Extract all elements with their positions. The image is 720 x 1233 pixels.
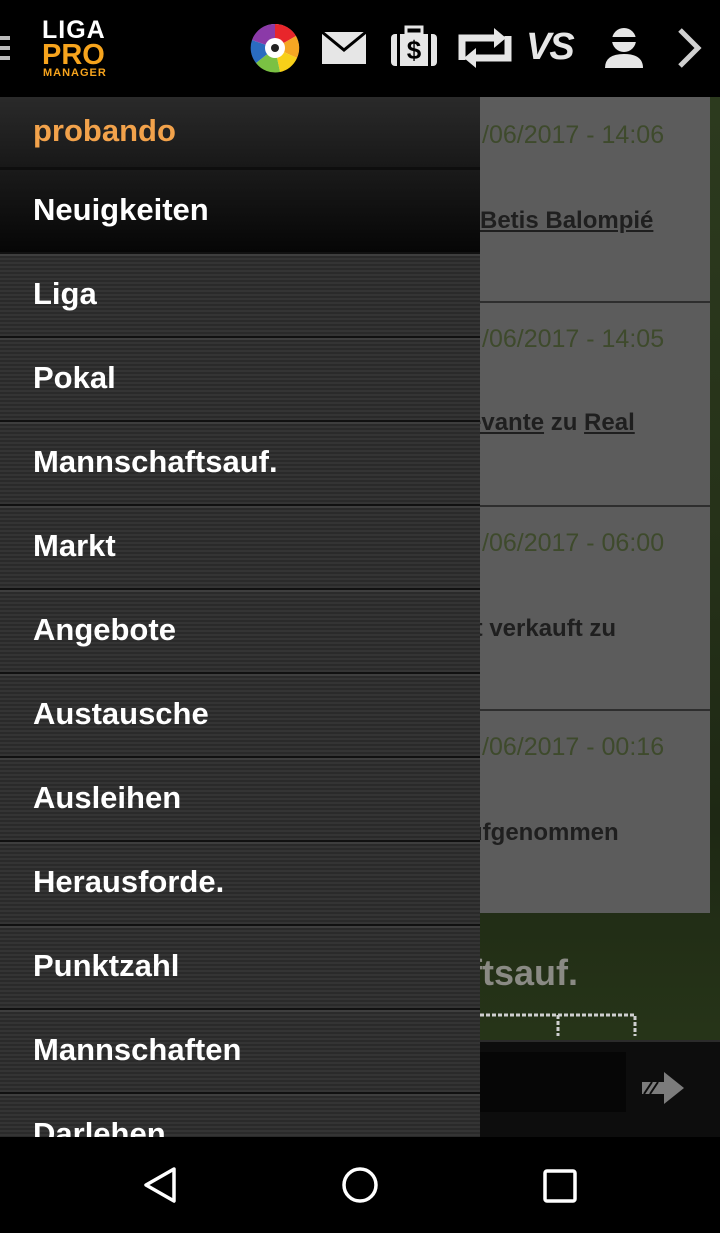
app-toolbar: LIGA PRO MANAGER $ VS (0, 0, 720, 97)
drawer-item-mannschaften[interactable]: Mannschaften (0, 1010, 480, 1094)
svg-text:$: $ (407, 35, 422, 65)
mail-icon[interactable] (320, 22, 368, 74)
news-text-mid: zu (544, 409, 585, 436)
drawer-user-header[interactable]: probando (0, 97, 480, 170)
drawer-item-label: Darlehen (33, 1116, 166, 1137)
news-text: it verkauft zu (468, 615, 617, 642)
laliga-icon[interactable] (248, 22, 302, 74)
drawer-item-liga[interactable]: Liga (0, 254, 480, 338)
drawer-item-label: Ausleihen (33, 780, 182, 815)
logo-line2: PRO (42, 39, 105, 71)
news-date: /06/2017 - 06:00 (482, 529, 665, 557)
drawer-item-label: Mannschaftsauf. (33, 444, 278, 479)
news-link[interactable]: Real (584, 409, 635, 436)
logo-line3: MANAGER (43, 67, 107, 79)
user-icon[interactable] (602, 22, 646, 74)
recents-icon[interactable] (541, 1167, 579, 1205)
vs-icon[interactable]: VS (526, 26, 575, 70)
news-date: /06/2017 - 14:05 (482, 325, 665, 353)
system-nav-bar (0, 1137, 720, 1233)
news-date: /06/2017 - 14:06 (482, 121, 665, 149)
drawer-item-darlehen[interactable]: Darlehen (0, 1094, 480, 1137)
pitch-lines (480, 1013, 637, 1036)
liga-pro-manager-logo: LIGA PRO MANAGER (40, 18, 140, 80)
go-arrow-icon[interactable] (638, 1068, 686, 1108)
news-date: /06/2017 - 00:16 (482, 733, 665, 761)
drawer-item-ausleihen[interactable]: Ausleihen (0, 758, 480, 842)
drawer-item-herausforde[interactable]: Herausforde. (0, 842, 480, 926)
news-text: ufgenommen (468, 819, 619, 846)
drawer-item-label: Liga (33, 276, 97, 311)
news-text: evante zu Real (468, 409, 635, 437)
drawer-item-label: Austausche (33, 696, 209, 731)
drawer-item-punktzahl[interactable]: Punktzahl (0, 926, 480, 1010)
drawer-item-label: Angebote (33, 612, 176, 647)
drawer-item-label: Markt (33, 528, 116, 563)
chevron-right-icon[interactable] (674, 22, 704, 74)
back-icon[interactable] (140, 1165, 180, 1205)
drawer-item-mannschaftsauf[interactable]: Mannschaftsauf. (0, 422, 480, 506)
username: probando (33, 113, 176, 148)
drawer-item-markt[interactable]: Markt (0, 506, 480, 590)
input-field[interactable] (480, 1052, 626, 1112)
drawer-item-label: Punktzahl (33, 948, 180, 983)
drawer-item-label: Mannschaften (33, 1032, 242, 1067)
drawer-item-austausche[interactable]: Austausche (0, 674, 480, 758)
menu-icon[interactable] (0, 36, 10, 64)
drawer-item-label: Pokal (33, 360, 116, 395)
drawer-item-pokal[interactable]: Pokal (0, 338, 480, 422)
drawer-item-neuigkeiten[interactable]: Neuigkeiten (0, 170, 480, 254)
news-text: Betis Balompié (480, 207, 653, 235)
drawer-item-angebote[interactable]: Angebote (0, 590, 480, 674)
exchange-icon[interactable] (456, 22, 514, 74)
drawer-item-label: Herausforde. (33, 864, 225, 899)
news-link[interactable]: Betis Balompié (480, 207, 653, 234)
home-icon[interactable] (340, 1165, 380, 1205)
drawer-item-label: Neuigkeiten (33, 192, 209, 227)
navigation-drawer: probando Neuigkeiten Liga Pokal Mannscha… (0, 97, 480, 1137)
money-briefcase-icon[interactable]: $ (388, 22, 440, 74)
section-title: ftsauf. (470, 952, 578, 993)
